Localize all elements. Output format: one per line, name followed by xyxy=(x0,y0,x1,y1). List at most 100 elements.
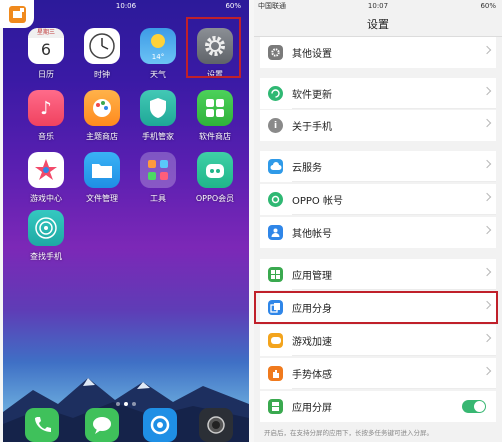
status-battery: 60% xyxy=(480,2,496,10)
chevron-right-icon xyxy=(482,159,492,169)
settings-row-game-acceleration[interactable]: 游戏加速 xyxy=(260,325,496,356)
row-divider xyxy=(292,289,496,290)
row-label: 云服务 xyxy=(292,163,322,174)
row-label: 其他帐号 xyxy=(292,229,332,240)
settings-screen: 中国联通 10:07 60% 设置 其他设置 软件更新 i 关于手机 云服务 O… xyxy=(254,0,502,442)
row-divider xyxy=(292,108,496,109)
chevron-right-icon xyxy=(482,225,492,235)
settings-row-split-screen[interactable]: 应用分屏 xyxy=(260,391,496,422)
info-icon: i xyxy=(268,118,283,133)
app-tools-folder[interactable]: 工具 xyxy=(129,152,187,204)
settings-row-cloud-service[interactable]: 云服务 xyxy=(260,151,496,182)
app-clock[interactable]: 时钟 xyxy=(73,28,131,80)
app-game-center[interactable]: 游戏中心 xyxy=(17,152,75,204)
settings-highlight-box xyxy=(186,17,241,78)
logo-icon xyxy=(8,5,26,23)
settings-row-other-settings[interactable]: 其他设置 xyxy=(260,37,496,68)
home-status-bar: 10:06 60% xyxy=(3,0,249,13)
app-label: 工具 xyxy=(150,194,166,203)
settings-row-software-update[interactable]: 软件更新 xyxy=(260,78,496,109)
app-find-phone[interactable]: 查找手机 xyxy=(17,210,75,262)
palette-icon xyxy=(84,90,120,126)
app-label: 游戏中心 xyxy=(30,194,62,203)
shield-icon xyxy=(140,90,176,126)
clock-icon xyxy=(84,28,120,64)
row-label: 游戏加速 xyxy=(292,337,332,348)
settings-row-oppo-account[interactable]: OPPO 帐号 xyxy=(260,184,496,215)
chevron-right-icon xyxy=(482,333,492,343)
split-screen-footnote: 开启后，在支持分屏的应用下，长按多任务键可进入分屏。 xyxy=(264,429,433,437)
dock xyxy=(3,402,249,442)
status-time: 10:07 xyxy=(367,2,389,10)
settings-status-bar: 中国联通 10:07 60% xyxy=(254,0,502,13)
cloud-icon xyxy=(268,159,283,174)
row-label: 软件更新 xyxy=(292,90,332,101)
camera-icon[interactable] xyxy=(199,408,233,442)
settings-title: 设置 xyxy=(367,18,389,31)
app-weather[interactable]: 14° 天气 xyxy=(129,28,187,80)
chevron-right-icon xyxy=(482,118,492,128)
row-divider xyxy=(292,214,496,215)
calendar-date: 6 xyxy=(40,40,52,59)
star-icon xyxy=(28,152,64,188)
person-icon xyxy=(268,225,283,240)
app-label: 主题商店 xyxy=(86,132,118,141)
app-label: 音乐 xyxy=(38,132,54,141)
app-label: 查找手机 xyxy=(30,252,62,261)
app-oppo-member[interactable]: OPPO会员 xyxy=(186,152,244,204)
app-file-manager[interactable]: 文件管理 xyxy=(73,152,131,204)
split-screen-toggle[interactable] xyxy=(462,400,486,413)
row-label: 关于手机 xyxy=(292,122,332,133)
app-label: 文件管理 xyxy=(86,194,118,203)
app-music[interactable]: ♪ 音乐 xyxy=(17,90,75,142)
calendar-weekday: 星期三 xyxy=(28,28,64,38)
screenshot-frame: 10:06 60% 星期三 6 日历 时钟 14° 天气 设置 ♪ 音乐 主题商… xyxy=(0,0,502,442)
row-divider xyxy=(292,388,496,389)
folder-icon xyxy=(84,152,120,188)
calendar-icon: 星期三 6 xyxy=(28,28,64,64)
app-phone-manager[interactable]: 手机管家 xyxy=(129,90,187,142)
gear-icon xyxy=(268,45,283,60)
app-calendar[interactable]: 星期三 6 日历 xyxy=(17,28,75,80)
weather-temp: 14° xyxy=(151,53,165,61)
hand-icon xyxy=(268,366,283,381)
watermark-logo xyxy=(0,0,34,28)
folder-grid-icon xyxy=(140,152,176,188)
weather-icon: 14° xyxy=(140,28,176,64)
app-clone-highlight-box xyxy=(254,291,498,324)
refresh-icon xyxy=(268,86,283,101)
row-label: 手势体感 xyxy=(292,370,332,381)
game-icon xyxy=(268,333,283,348)
settings-row-other-accounts[interactable]: 其他帐号 xyxy=(260,217,496,248)
chevron-right-icon xyxy=(482,86,492,96)
row-label: OPPO 帐号 xyxy=(292,196,343,207)
app-label: 时钟 xyxy=(94,70,110,79)
app-label: 日历 xyxy=(38,70,54,79)
home-status-battery: 60% xyxy=(225,2,241,10)
browser-icon[interactable] xyxy=(143,408,177,442)
chevron-right-icon xyxy=(482,267,492,277)
radar-icon xyxy=(28,210,64,246)
apps-icon xyxy=(268,267,283,282)
music-note-icon: ♪ xyxy=(28,90,64,126)
chevron-right-icon xyxy=(482,192,492,202)
row-divider xyxy=(292,355,496,356)
settings-row-gestures[interactable]: 手势体感 xyxy=(260,358,496,389)
app-theme-store[interactable]: 主题商店 xyxy=(73,90,131,142)
settings-row-about-phone[interactable]: i 关于手机 xyxy=(260,110,496,141)
app-software-store[interactable]: 软件商店 xyxy=(186,90,244,142)
app-label: 天气 xyxy=(150,70,166,79)
home-screen: 10:06 60% 星期三 6 日历 时钟 14° 天气 设置 ♪ 音乐 主题商… xyxy=(3,0,249,442)
row-label: 应用分屏 xyxy=(292,403,332,414)
split-screen-icon xyxy=(268,399,283,414)
app-label: 软件商店 xyxy=(199,132,231,141)
phone-icon[interactable] xyxy=(25,408,59,442)
settings-row-app-management[interactable]: 应用管理 xyxy=(260,259,496,290)
row-label: 其他设置 xyxy=(292,49,332,60)
home-status-time: 10:06 xyxy=(115,2,137,10)
messages-icon[interactable] xyxy=(85,408,119,442)
app-label: OPPO会员 xyxy=(195,194,235,203)
row-divider xyxy=(292,181,496,182)
grid-icon xyxy=(197,90,233,126)
chevron-right-icon xyxy=(482,366,492,376)
